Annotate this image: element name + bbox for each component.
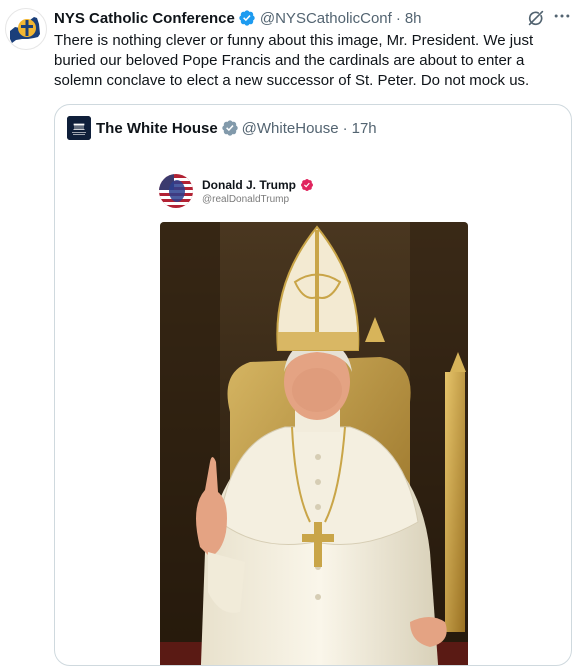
quoted-tweet-header: The White House @WhiteHouse · 17h: [67, 116, 377, 140]
verified-badge-icon: [239, 10, 255, 26]
quoted-tweet-time[interactable]: 17h: [352, 120, 377, 137]
tweet-time[interactable]: 8h: [405, 10, 422, 27]
more-options-icon[interactable]: [552, 6, 572, 26]
quoted-tweet[interactable]: The White House @WhiteHouse · 17h Donald…: [54, 104, 572, 666]
white-house-logo-icon: [67, 116, 91, 140]
separator-dot: ·: [395, 9, 401, 27]
quoted-author-name[interactable]: The White House: [96, 120, 218, 137]
separator-dot: ·: [342, 119, 348, 137]
author-avatar[interactable]: [5, 8, 47, 50]
quoted-media-image[interactable]: Donald J. Trump @realDonaldTrump: [111, 156, 519, 665]
author-handle[interactable]: @NYSCatholicConf: [260, 10, 392, 27]
tweet-header: NYS Catholic Conference @NYSCatholicConf…: [54, 8, 422, 28]
embedded-post-name: Donald J. Trump: [202, 177, 297, 192]
quoted-author-handle[interactable]: @WhiteHouse: [242, 120, 339, 137]
pope-portrait-image: [160, 222, 468, 665]
nys-logo-icon: [10, 17, 40, 43]
embedded-post-handle: @realDonaldTrump: [202, 193, 290, 205]
portrait-illustration: [160, 222, 468, 665]
grok-icon[interactable]: [525, 7, 547, 29]
verified-badge-icon: [221, 120, 238, 136]
quoted-author-avatar[interactable]: [67, 116, 91, 140]
author-name[interactable]: NYS Catholic Conference: [54, 10, 235, 27]
embedded-post-header: Donald J. Trump @realDonaldTrump: [159, 174, 314, 208]
verified-badge-icon: [301, 178, 313, 191]
embedded-post-name-row: Donald J. Trump: [202, 178, 314, 192]
embedded-avatar: [159, 174, 193, 208]
tweet-text: There is nothing clever or funny about t…: [54, 32, 534, 89]
flag-portrait-icon: [159, 174, 193, 208]
